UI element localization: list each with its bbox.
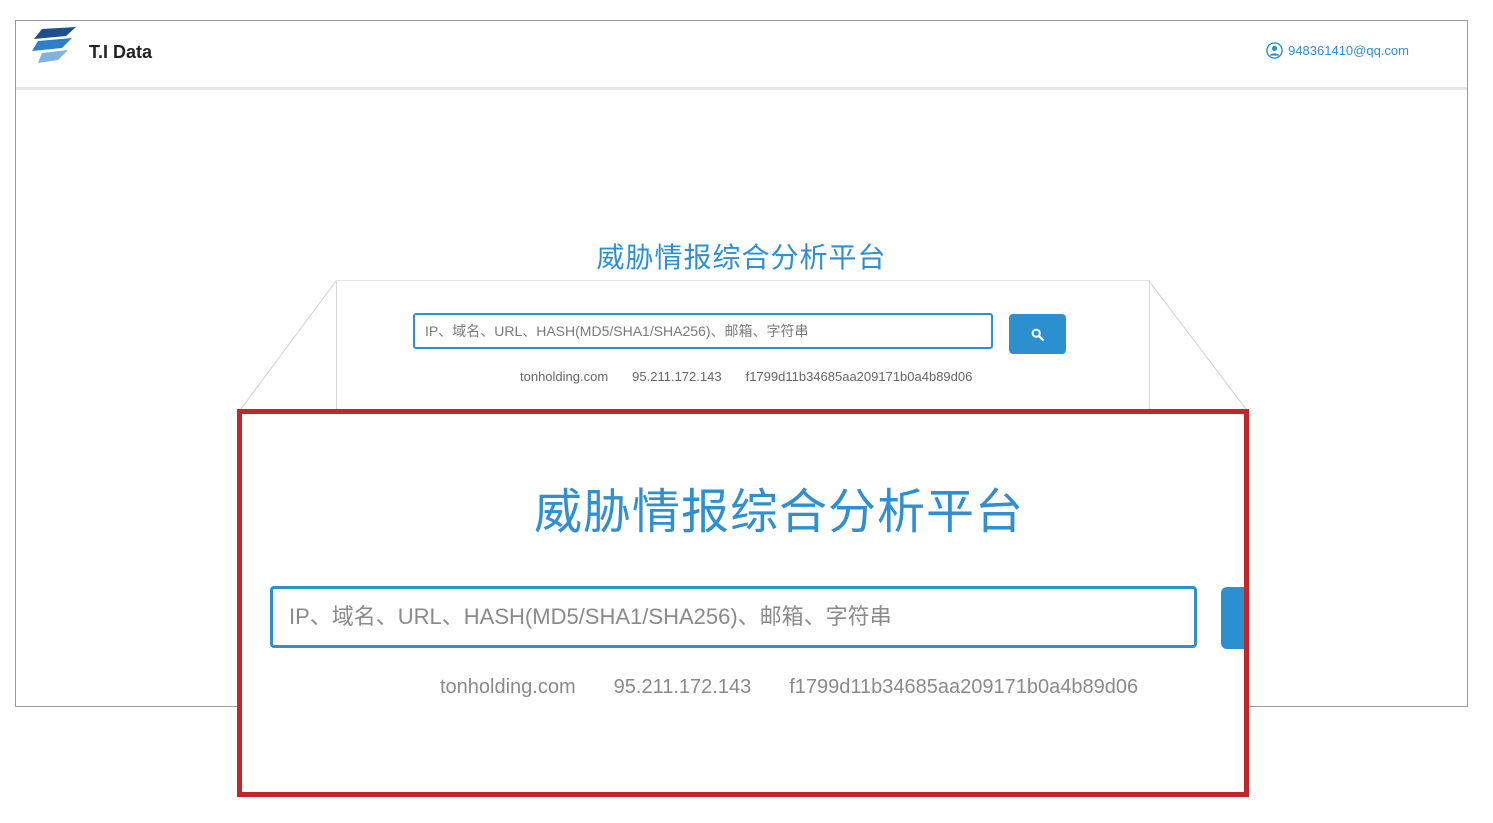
user-icon (1266, 42, 1283, 59)
user-email: 948361410@qq.com (1288, 43, 1409, 58)
zoom-search-input (270, 586, 1197, 648)
user-account-link[interactable]: 948361410@qq.com (1266, 42, 1409, 59)
screenshot-stage: T.I Data 948361410@qq.com 威胁情报综合分析平台 ton… (0, 0, 1493, 823)
search-icon (1031, 328, 1044, 341)
top-header: T.I Data 948361410@qq.com (16, 21, 1467, 90)
zoom-search-button (1221, 587, 1244, 649)
example-link-ip[interactable]: 95.211.172.143 (632, 369, 721, 384)
zoom-example-domain: tonholding.com (440, 676, 576, 698)
zoom-example-queries: tonholding.com 95.211.172.143 f1799d11b3… (440, 676, 1138, 699)
example-link-hash[interactable]: f1799d11b34685aa209171b0a4b89d06 (746, 369, 973, 384)
search-button[interactable] (1009, 314, 1066, 354)
example-queries: tonholding.com 95.211.172.143 f1799d11b3… (520, 369, 972, 384)
brand-name[interactable]: T.I Data (89, 42, 152, 63)
search-input[interactable] (413, 313, 993, 349)
zoom-callout: 威胁情报综合分析平台 tonholding.com 95.211.172.143… (237, 409, 1249, 797)
page-title: 威胁情报综合分析平台 (596, 242, 887, 273)
zoom-example-hash: f1799d11b34685aa209171b0a4b89d06 (789, 676, 1139, 698)
ti-data-logo-icon[interactable] (32, 27, 76, 65)
zoom-example-ip: 95.211.172.143 (613, 676, 752, 698)
example-link-domain[interactable]: tonholding.com (520, 369, 608, 384)
zoom-page-title: 威胁情报综合分析平台 (533, 486, 1024, 539)
